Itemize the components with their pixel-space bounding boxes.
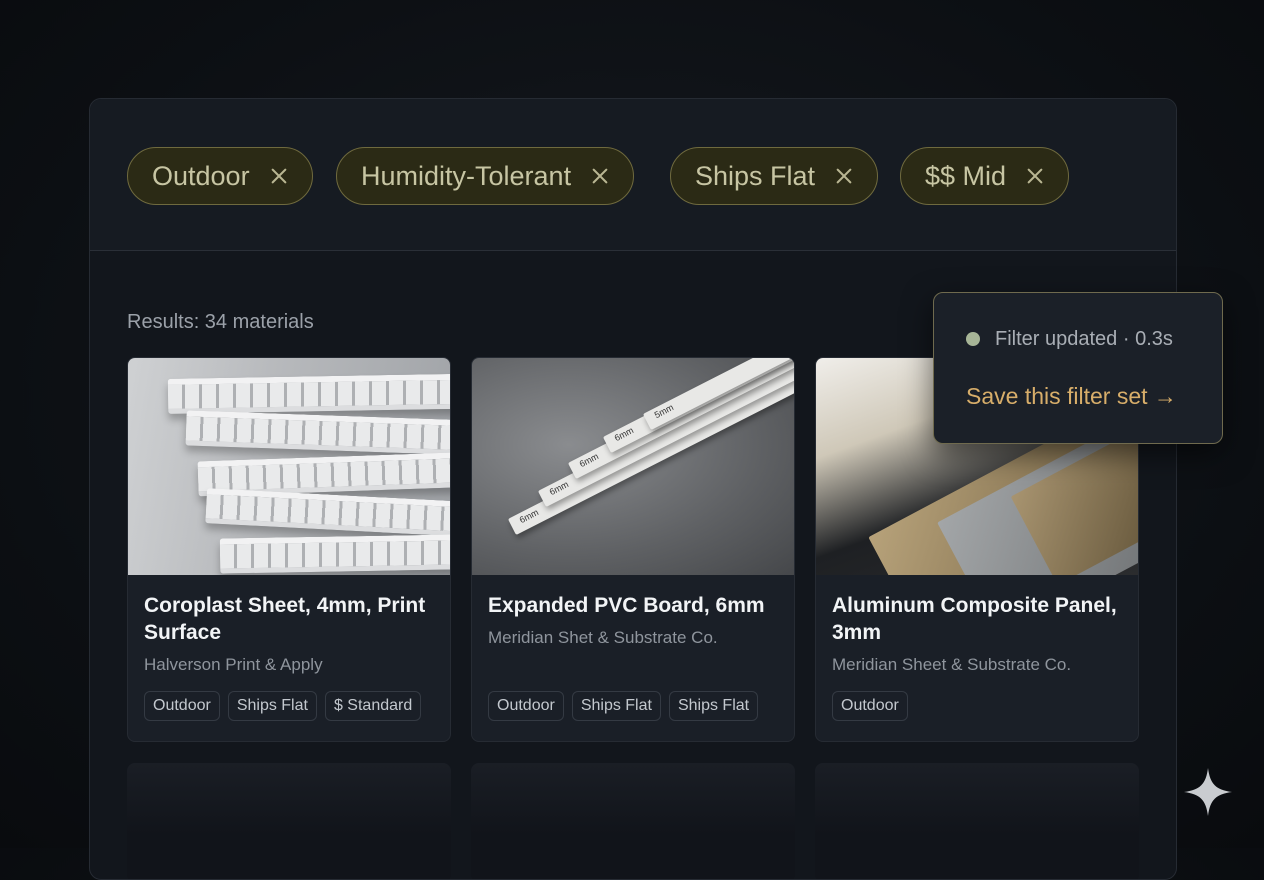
chip-label: $$ Mid (925, 160, 1007, 191)
card-vendor: Meridian Shet & Substrate Co. (488, 628, 718, 647)
filter-results-panel: Outdoor Humidity-Tolerant Ships Flat $$ … (89, 98, 1177, 880)
card-tags: Outdoor Ships Flat Ships Flat (488, 691, 759, 721)
filter-chip-ships-flat[interactable]: Ships Flat (670, 147, 879, 205)
tag: Ships Flat (227, 691, 317, 721)
card-title: Coroplast Sheet, 4mm, Print Surface (144, 594, 426, 644)
tag: Outdoor (832, 691, 908, 721)
tag: Ships Flat (668, 691, 759, 721)
filter-chip-price-mid[interactable]: $$ Mid (900, 147, 1070, 205)
card-tags: Outdoor (832, 691, 908, 721)
material-card[interactable]: Coroplast Sheet, 4mm, Print Surface Halv… (127, 357, 451, 742)
material-card[interactable]: 6mm 6mm 6mm 6mm 5mm Expanded PVC Board, … (471, 357, 795, 742)
product-image (128, 358, 450, 575)
card-vendor: Meridian Sheet & Substrate Co. (832, 655, 1072, 674)
active-filters-bar: Outdoor Humidity-Tolerant Ships Flat $$ … (90, 99, 1176, 251)
status-dot-icon (966, 332, 980, 346)
board-mark: 6mm (517, 507, 541, 526)
board-mark: 6mm (612, 425, 636, 444)
board-mark: 6mm (577, 451, 601, 470)
material-card-placeholder (815, 763, 1139, 879)
sparkle-icon[interactable] (1182, 766, 1234, 818)
tag: Ships Flat (571, 691, 661, 721)
board-mark: 5mm (652, 402, 676, 421)
filter-chip-outdoor[interactable]: Outdoor (127, 147, 313, 205)
save-filter-set-link[interactable]: Save this filter set → (966, 383, 1177, 410)
chip-label: Humidity-Tolerant (361, 160, 572, 191)
toast-status: Filter updated · 0.3s (995, 328, 1173, 350)
material-card-placeholder (471, 763, 795, 879)
card-tags: Outdoor Ships Flat $ Standard (144, 691, 422, 721)
product-image: 6mm 6mm 6mm 6mm 5mm (472, 358, 794, 575)
card-title: Aluminum Composite Panel, 3mm (832, 594, 1117, 644)
results-count: Results: 34 materials (127, 311, 314, 333)
filter-chip-humidity-tolerant[interactable]: Humidity-Tolerant (336, 147, 635, 205)
tag: Outdoor (488, 691, 564, 721)
filter-updated-toast: Filter updated · 0.3s Save this filter s… (933, 292, 1223, 444)
board-mark: 6mm (547, 479, 571, 498)
material-card-placeholder (127, 763, 451, 879)
card-vendor: Halverson Print & Apply (144, 655, 323, 674)
close-icon[interactable] (270, 167, 288, 185)
close-icon[interactable] (835, 167, 853, 185)
close-icon[interactable] (1026, 167, 1044, 185)
tag: Outdoor (144, 691, 220, 721)
tag: $ Standard (324, 691, 422, 721)
chip-label: Ships Flat (695, 160, 816, 191)
chip-label: Outdoor (152, 160, 250, 191)
card-title: Expanded PVC Board, 6mm (488, 594, 765, 617)
close-icon[interactable] (591, 167, 609, 185)
